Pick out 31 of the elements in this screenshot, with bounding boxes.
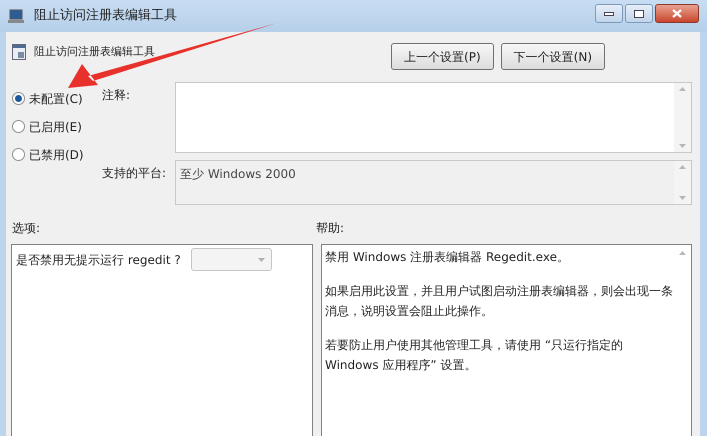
platform-text: 至少 Windows 2000 — [179, 166, 297, 183]
state-radio[interactable]: 已启用(E) — [12, 118, 102, 135]
minimize-icon — [604, 12, 614, 16]
platform-label: 支持的平台: — [102, 165, 168, 182]
scroll-up-icon[interactable] — [679, 165, 686, 169]
scroll-up-icon[interactable] — [679, 251, 686, 255]
comment-field[interactable] — [175, 82, 692, 153]
maximize-button[interactable] — [625, 4, 653, 23]
minimize-button[interactable] — [595, 4, 623, 23]
scroll-down-icon[interactable] — [679, 196, 686, 200]
scroll-down-icon[interactable] — [679, 144, 686, 148]
computer-icon — [8, 8, 26, 24]
comment-label: 注释: — [102, 87, 132, 104]
state-radio[interactable]: 已禁用(D) — [12, 146, 102, 163]
help-paragraph: 禁用 Windows 注册表编辑器 Regedit.exe。 — [325, 249, 570, 266]
help-label: 帮助: — [316, 220, 344, 237]
close-icon — [672, 9, 682, 18]
window-title: 阻止访问注册表编辑工具 — [34, 7, 177, 26]
option-label: 是否禁用无提示运行 regedit ? — [16, 252, 181, 268]
caret-icon — [258, 258, 265, 262]
options-label: 选项: — [11, 220, 42, 237]
nav-button[interactable]: 上一个设置(P) — [391, 43, 494, 70]
close-button[interactable] — [655, 4, 699, 23]
help-paragraph: 如果启用此设置，并且用户试图启动注册表编辑器，则会出现一条 消息，说明设置会阻止此操作。 — [325, 283, 674, 320]
scroll-up-icon[interactable] — [679, 87, 686, 91]
state-radio[interactable]: 未配置(C) — [12, 90, 102, 107]
help-paragraph: 若要防止用户使用其他管理工具，请使用 “只运行指定的 Windows 应用程序” 设置。 — [325, 337, 624, 374]
maximize-icon — [634, 10, 644, 18]
policy-icon — [12, 44, 26, 60]
policy-title: 阻止访问注册表编辑工具 — [34, 44, 155, 60]
nav-button[interactable]: 下一个设置(N) — [500, 43, 605, 70]
